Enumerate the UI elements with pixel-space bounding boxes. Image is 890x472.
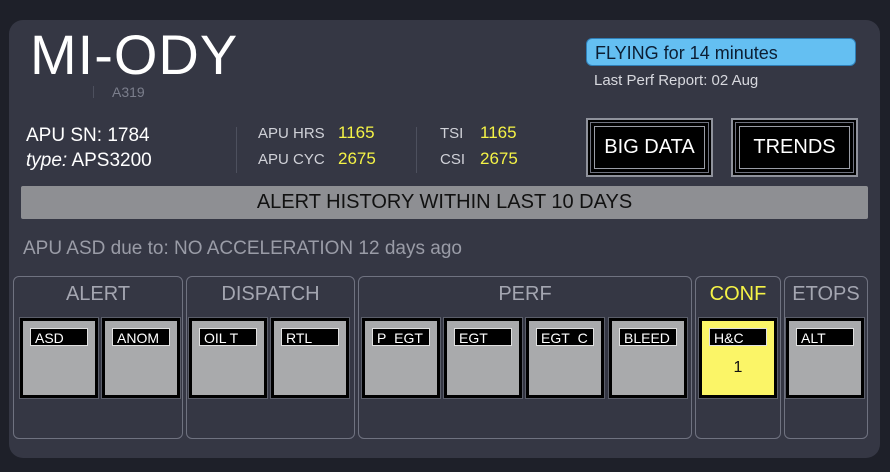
apu-type-label: type:: [26, 150, 68, 171]
group-dispatch-title: DISPATCH: [221, 283, 320, 305]
tile-oil-t[interactable]: OIL T: [189, 318, 267, 398]
tile-egt-c-label: EGT_C: [536, 328, 594, 346]
tile-p-egt-label: P_EGT: [372, 328, 430, 346]
group-perf-title: PERF: [498, 283, 552, 305]
alert-history-banner: ALERT HISTORY WITHIN LAST 10 DAYS: [21, 186, 868, 219]
stats-divider-1: [236, 127, 237, 173]
tile-alt-label: ALT: [796, 328, 854, 346]
tsi-value: 1165: [480, 123, 517, 142]
tile-h-and-c-label: H&C: [709, 328, 767, 346]
apu-serial-value: 1784: [107, 125, 150, 146]
tile-anom[interactable]: ANOM: [102, 318, 180, 398]
tile-egt-c[interactable]: EGT_C: [526, 318, 604, 398]
tile-egt-label: EGT: [454, 328, 512, 346]
tile-asd[interactable]: ASD: [20, 318, 98, 398]
flight-status-badge: FLYING for 14 minutes: [586, 38, 856, 66]
trends-button[interactable]: TRENDS: [731, 118, 858, 177]
group-conf-title: CONF: [709, 283, 767, 305]
tile-asd-label: ASD: [30, 328, 88, 346]
apu-serial-label: APU SN:: [26, 125, 103, 146]
stats-divider-2: [416, 127, 417, 173]
big-data-label: BIG DATA: [604, 136, 695, 158]
apu-cyc-value: 2675: [338, 149, 376, 168]
last-perf-report: Last Perf Report: 02 Aug: [594, 72, 759, 89]
tile-h-and-c-count: 1: [733, 359, 743, 376]
tile-anom-label: ANOM: [112, 328, 170, 346]
tile-egt[interactable]: EGT: [444, 318, 522, 398]
trends-label: TRENDS: [753, 136, 836, 158]
tile-h-and-c[interactable]: H&C 1: [699, 318, 777, 398]
tsi-label: TSI: [440, 125, 464, 142]
tile-bleed-label: BLEED: [619, 328, 677, 346]
big-data-button[interactable]: BIG DATA: [586, 118, 713, 177]
group-etops-title: ETOPS: [792, 283, 860, 305]
csi-label: CSI: [440, 151, 466, 168]
aircraft-type: A319: [112, 84, 145, 100]
apu-type: type: APS3200: [26, 150, 152, 172]
apu-hrs-value: 1165: [338, 123, 375, 142]
tile-oil-t-label: OIL T: [199, 328, 257, 346]
apu-hrs-label: APU HRS: [258, 125, 325, 142]
tile-bleed[interactable]: BLEED: [609, 318, 687, 398]
group-alert-title: ALERT: [65, 283, 131, 305]
apu-cyc-label: APU CYC: [258, 151, 325, 168]
aircraft-registration: MI-ODY: [30, 23, 239, 86]
tile-rtl-label: RTL: [281, 328, 339, 346]
tile-p-egt[interactable]: P_EGT: [362, 318, 440, 398]
tile-rtl[interactable]: RTL: [271, 318, 349, 398]
csi-value: 2675: [480, 149, 518, 168]
apu-type-value: APS3200: [71, 150, 152, 171]
alert-message: APU ASD due to: NO ACCELERATION 12 days …: [23, 238, 462, 259]
apu-serial: APU SN: 1784: [26, 125, 150, 147]
type-divider: [93, 86, 94, 98]
tile-alt[interactable]: ALT: [786, 318, 864, 398]
